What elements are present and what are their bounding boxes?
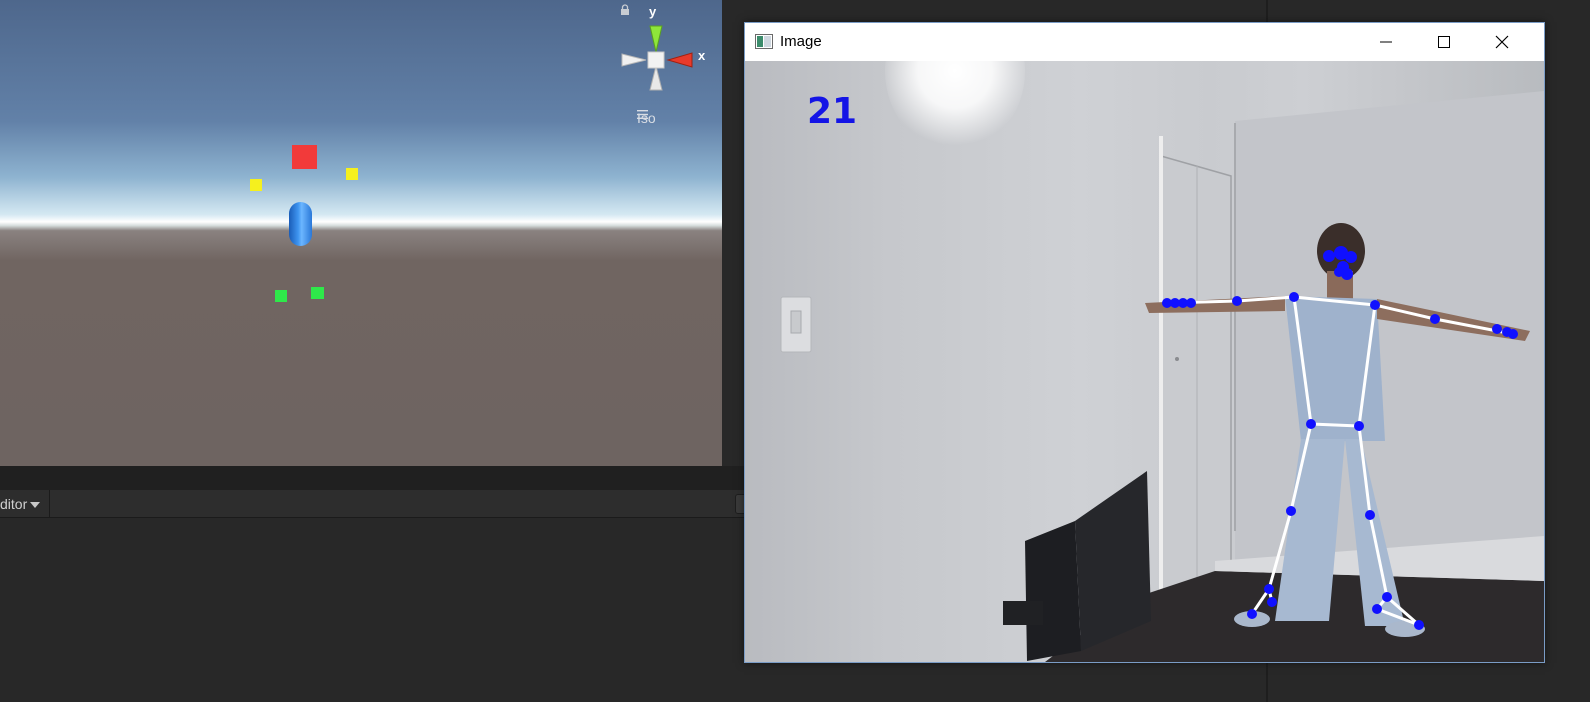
image-window[interactable]: Image 21 (744, 22, 1545, 663)
maximize-button[interactable] (1415, 23, 1473, 61)
panel-header: ditor (0, 490, 760, 518)
desktop: y x Iso ditor Image 21 (0, 0, 1590, 702)
editor-dropdown-label: ditor (0, 496, 28, 512)
window-app-icon (755, 34, 773, 49)
close-button[interactable] (1473, 23, 1531, 61)
lock-icon[interactable] (620, 4, 630, 16)
left-foot-marker[interactable] (275, 290, 287, 302)
dropdown-caret-icon (30, 502, 41, 509)
maximize-icon (1438, 36, 1450, 48)
player-capsule[interactable] (289, 202, 312, 246)
minimize-button[interactable] (1357, 23, 1415, 61)
right-hand-marker[interactable] (346, 168, 358, 180)
menu-lines-icon (637, 110, 648, 119)
left-hand-marker[interactable] (250, 179, 262, 191)
gizmo-y-label[interactable]: y (649, 4, 656, 19)
minimize-icon (1380, 41, 1392, 43)
orientation-gizmo[interactable]: y x Iso (620, 4, 712, 132)
close-icon (1495, 35, 1509, 49)
webcam-frame: 21 (745, 61, 1544, 662)
right-foot-marker[interactable] (311, 287, 324, 299)
panel-separator (0, 466, 760, 490)
bottom-panel: ditor (0, 490, 760, 702)
window-title-bar[interactable]: Image (745, 23, 1544, 61)
pose-overlay (1145, 223, 1530, 637)
head-marker[interactable] (292, 145, 317, 169)
gizmo-x-label[interactable]: x (698, 48, 705, 63)
person (1145, 223, 1530, 637)
editor-dropdown[interactable]: ditor (0, 490, 50, 518)
scene-view[interactable]: y x Iso (0, 0, 722, 466)
projection-toggle[interactable]: Iso (637, 110, 656, 126)
window-title: Image (780, 33, 822, 50)
